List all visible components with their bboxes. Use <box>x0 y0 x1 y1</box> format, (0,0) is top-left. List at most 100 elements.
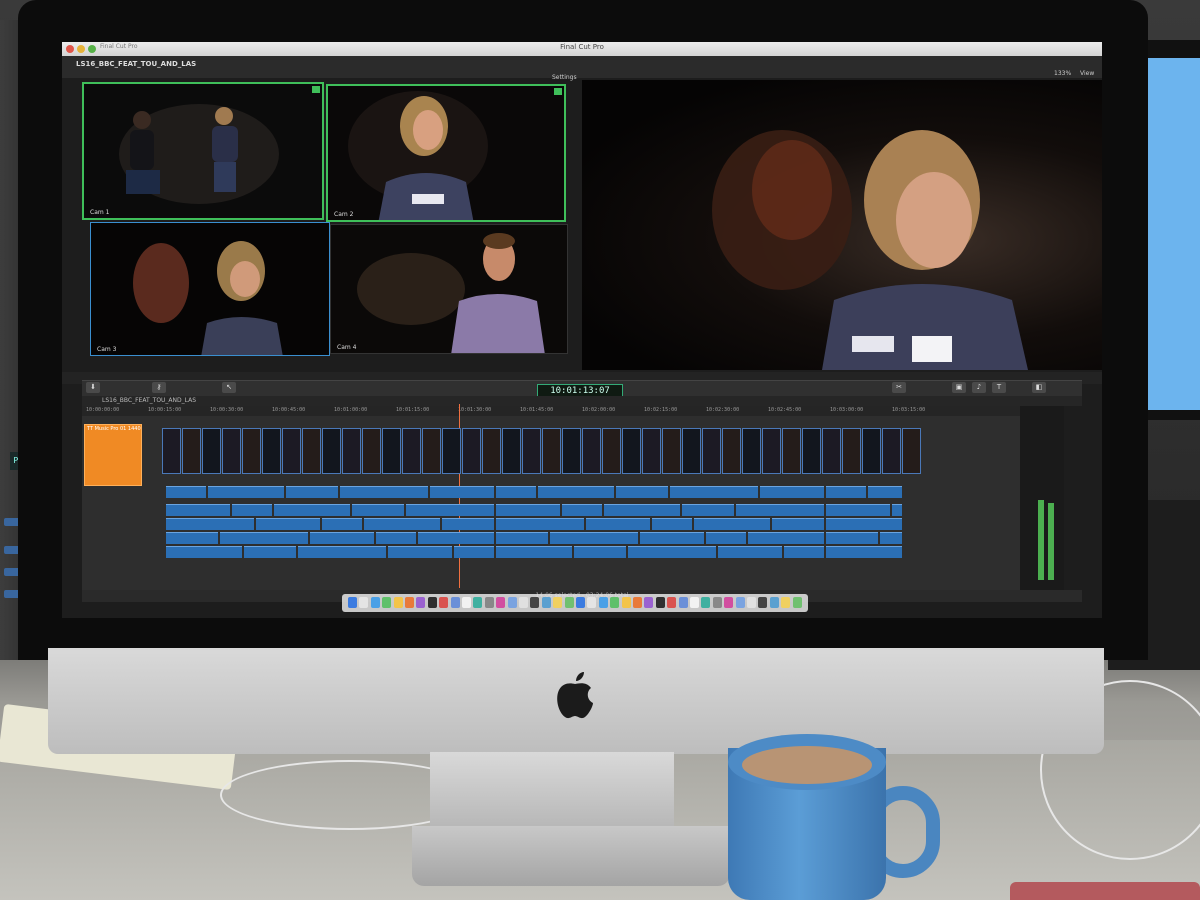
dock-app-icon[interactable] <box>712 597 722 608</box>
titles-icon[interactable]: T <box>992 382 1006 393</box>
audio-clip[interactable] <box>376 532 416 544</box>
dock-app-icon[interactable] <box>496 597 506 608</box>
dock-app-icon[interactable] <box>473 597 483 608</box>
audio-clip[interactable] <box>496 518 584 530</box>
angle-viewer-settings-button[interactable]: Settings <box>552 74 577 81</box>
video-clip-thumbnail[interactable] <box>522 428 541 474</box>
video-clip-thumbnail[interactable] <box>862 428 881 474</box>
video-clip-thumbnail[interactable] <box>722 428 741 474</box>
audio-clip[interactable] <box>166 546 242 558</box>
dock-app-icon[interactable] <box>678 597 688 608</box>
dock-app-icon[interactable] <box>758 597 768 608</box>
audio-clip[interactable] <box>208 486 284 498</box>
audio-clip[interactable] <box>826 486 866 498</box>
dock-app-icon[interactable] <box>553 597 563 608</box>
dock-app-icon[interactable] <box>667 597 677 608</box>
audio-clip[interactable] <box>826 504 890 516</box>
dock-app-icon[interactable] <box>519 597 528 608</box>
audio-clip[interactable] <box>574 546 626 558</box>
video-clip-thumbnail[interactable] <box>202 428 221 474</box>
effects-icon[interactable]: ◧ <box>1032 382 1046 393</box>
video-clip-thumbnail[interactable] <box>442 428 461 474</box>
dock-app-icon[interactable] <box>724 597 734 608</box>
dock-app-icon[interactable] <box>621 597 631 608</box>
audio-clip[interactable] <box>652 518 692 530</box>
audio-clip[interactable] <box>166 486 206 498</box>
video-clip-thumbnail[interactable] <box>622 428 641 474</box>
dock-app-icon[interactable] <box>655 597 665 608</box>
audio-clip[interactable] <box>166 518 254 530</box>
dock-app-icon[interactable] <box>644 597 654 608</box>
audio-clip[interactable] <box>868 486 902 498</box>
audio-clip[interactable] <box>670 486 758 498</box>
dock-app-icon[interactable] <box>530 597 540 608</box>
audio-clip[interactable] <box>274 504 350 516</box>
audio-clip[interactable] <box>310 532 374 544</box>
audio-clip[interactable] <box>760 486 824 498</box>
video-clip-thumbnail[interactable] <box>382 428 401 474</box>
import-icon[interactable]: ⬇ <box>86 382 100 393</box>
audio-icon[interactable]: ♪ <box>972 382 986 393</box>
dock-app-icon[interactable] <box>348 597 357 608</box>
audio-clip[interactable] <box>220 532 308 544</box>
video-clip-thumbnail[interactable] <box>482 428 501 474</box>
dock-app-icon[interactable] <box>598 597 608 608</box>
audio-clip[interactable] <box>550 532 638 544</box>
dock-app-icon[interactable] <box>781 597 791 608</box>
audio-clip[interactable] <box>826 518 902 530</box>
video-clip-thumbnail[interactable] <box>822 428 841 474</box>
video-clip-thumbnail[interactable] <box>282 428 301 474</box>
video-clip-thumbnail[interactable] <box>762 428 781 474</box>
video-clip-thumbnail[interactable] <box>422 428 441 474</box>
video-clip-thumbnail[interactable] <box>222 428 241 474</box>
multicam-clip[interactable]: TT Music Pro 01 1440 <box>84 424 142 486</box>
select-tool-icon[interactable]: ↖ <box>222 382 236 393</box>
video-clip-thumbnail[interactable] <box>882 428 901 474</box>
dock-app-icon[interactable] <box>484 597 494 608</box>
audio-clip[interactable] <box>166 532 218 544</box>
video-clip-thumbnail[interactable] <box>242 428 261 474</box>
video-clip-thumbnail[interactable] <box>182 428 201 474</box>
audio-clip[interactable] <box>256 518 320 530</box>
video-clip-thumbnail[interactable] <box>742 428 761 474</box>
audio-clip[interactable] <box>166 504 230 516</box>
angle-cam-2[interactable]: Cam 2 <box>326 84 566 222</box>
video-clip-thumbnail[interactable] <box>802 428 821 474</box>
video-clip-thumbnail[interactable] <box>302 428 321 474</box>
angle-cam-3[interactable]: Cam 3 <box>90 222 330 356</box>
audio-clip[interactable] <box>748 532 824 544</box>
audio-clip[interactable] <box>286 486 338 498</box>
audio-clip[interactable] <box>496 504 560 516</box>
timeline-ruler[interactable]: 10:00:00:00 10:00:15:00 10:00:30:00 10:0… <box>82 406 1022 416</box>
audio-clip[interactable] <box>718 546 782 558</box>
dock-app-icon[interactable] <box>462 597 471 608</box>
blade-tool-icon[interactable]: ✂ <box>892 382 906 393</box>
dock-app-icon[interactable] <box>405 597 414 608</box>
audio-clip[interactable] <box>772 518 824 530</box>
audio-clip[interactable] <box>736 504 824 516</box>
video-clip-thumbnail[interactable] <box>902 428 921 474</box>
audio-clip[interactable] <box>562 504 602 516</box>
video-clip-thumbnail[interactable] <box>682 428 701 474</box>
video-clip-thumbnail[interactable] <box>322 428 341 474</box>
audio-clip[interactable] <box>430 486 494 498</box>
video-clip-thumbnail[interactable] <box>362 428 381 474</box>
audio-clip[interactable] <box>880 532 902 544</box>
video-clip-thumbnail[interactable] <box>342 428 361 474</box>
audio-clip[interactable] <box>682 504 734 516</box>
video-clip-thumbnail[interactable] <box>702 428 721 474</box>
dock-app-icon[interactable] <box>633 597 642 608</box>
video-clip-thumbnail[interactable] <box>462 428 481 474</box>
audio-clip[interactable] <box>784 546 824 558</box>
dock-app-icon[interactable] <box>701 597 711 608</box>
dock-app-icon[interactable] <box>427 597 437 608</box>
audio-clip[interactable] <box>694 518 770 530</box>
audio-clip[interactable] <box>826 532 878 544</box>
dock-app-icon[interactable] <box>370 597 380 608</box>
audio-clip[interactable] <box>232 504 272 516</box>
video-clip-thumbnail[interactable] <box>542 428 561 474</box>
dock-app-icon[interactable] <box>393 597 403 608</box>
audio-clip[interactable] <box>586 518 650 530</box>
dock-app-icon[interactable] <box>359 597 369 608</box>
video-clip-thumbnail[interactable] <box>782 428 801 474</box>
